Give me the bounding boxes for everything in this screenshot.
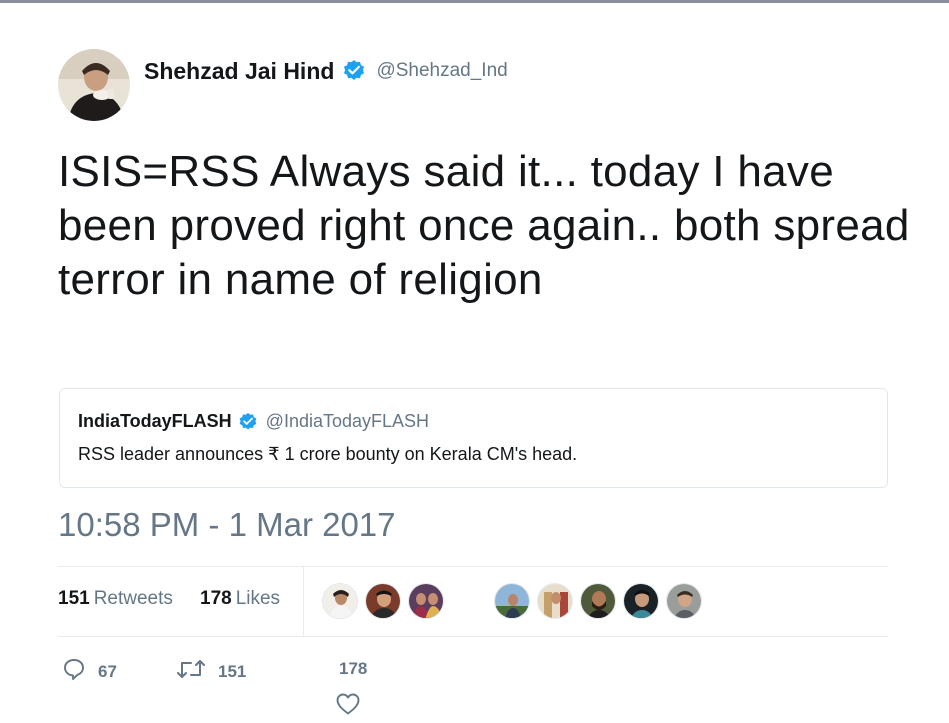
liker-avatar[interactable]: [365, 583, 401, 619]
liker-avatar[interactable]: [322, 583, 358, 619]
author-info: Shehzad Jai Hind @Shehzad_Ind: [144, 57, 508, 85]
stats-divider: [58, 566, 888, 567]
quoted-tweet-header: IndiaTodayFLASH @IndiaTodayFLASH: [78, 411, 429, 432]
retweet-button[interactable]: 151: [176, 657, 246, 686]
liker-avatar[interactable]: [580, 583, 616, 619]
retweet-count: 151: [218, 661, 247, 681]
likes-label: Likes: [235, 588, 281, 609]
tweet-text: ISIS=RSS Always said it... today I have …: [58, 147, 910, 304]
liker-avatar[interactable]: [537, 583, 573, 619]
liker-avatar[interactable]: [666, 583, 702, 619]
stats-divider: [303, 567, 304, 636]
author-handle[interactable]: @Shehzad_Ind: [376, 60, 507, 82]
reply-button[interactable]: 67: [62, 657, 117, 686]
tweet-timestamp[interactable]: 10:58 PM - 1 Mar 2017: [58, 506, 396, 544]
like-count: 178: [339, 659, 368, 678]
retweets-count: 151: [58, 588, 90, 609]
quoted-tweet-text: RSS leader announces ₹ 1 crore bounty on…: [78, 444, 578, 464]
liker-avatar[interactable]: [623, 583, 659, 619]
likes-stat[interactable]: 178 Likes: [200, 588, 280, 610]
author-avatar[interactable]: [58, 49, 130, 121]
heart-icon[interactable]: [335, 692, 361, 716]
quoted-author-name: IndiaTodayFLASH: [78, 411, 232, 431]
retweets-stat[interactable]: 151 Retweets: [58, 588, 173, 610]
retweet-icon: [176, 657, 206, 686]
stats-divider: [58, 636, 888, 637]
verified-badge-icon: [342, 59, 366, 83]
liker-avatar[interactable]: [494, 583, 530, 619]
liker-avatar[interactable]: [408, 583, 444, 619]
quoted-author-handle: @IndiaTodayFLASH: [265, 411, 430, 431]
tweet-card: Shehzad Jai Hind @Shehzad_Ind ISIS=RSS A…: [0, 0, 949, 723]
reply-icon: [62, 657, 86, 686]
verified-badge-icon: [238, 412, 258, 432]
quoted-tweet[interactable]: IndiaTodayFLASH @IndiaTodayFLASH RSS lea…: [59, 388, 888, 488]
reply-count: 67: [98, 661, 117, 681]
likes-count: 178: [200, 588, 232, 609]
author-name[interactable]: Shehzad Jai Hind: [144, 58, 334, 85]
retweets-label: Retweets: [93, 588, 173, 609]
